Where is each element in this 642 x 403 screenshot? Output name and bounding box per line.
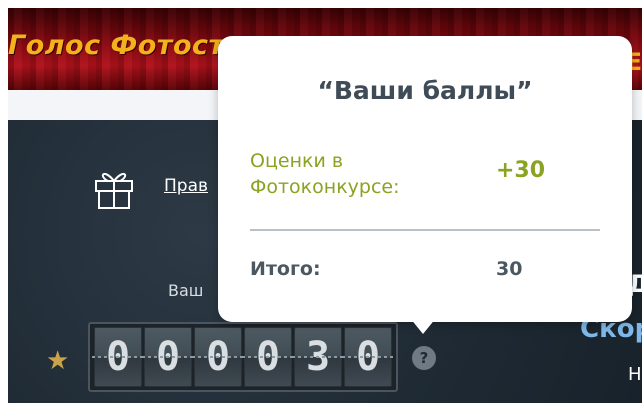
your-score-label: Ваш	[168, 281, 204, 300]
photo-contest-value: +30	[496, 158, 546, 183]
photo-contest-label: Оценки в Фотоконкурсе:	[250, 150, 400, 198]
counter-digit: 0	[144, 327, 192, 387]
rules-link[interactable]: Прав	[164, 176, 220, 196]
tooltip-title: “Ваши баллы”	[317, 76, 533, 105]
counter-digit: 0	[194, 327, 242, 387]
counter-digit: 3	[294, 327, 342, 387]
star-icon: ★	[46, 346, 70, 376]
site-title[interactable]: Голос Фотост	[8, 30, 225, 61]
counter-digit: 0	[244, 327, 292, 387]
help-icon[interactable]: ?	[412, 346, 436, 370]
score-tooltip: “Ваши баллы” Оценки в Фотоконкурсе: +30 …	[218, 36, 632, 322]
divider	[250, 229, 600, 231]
total-value: 30	[496, 258, 523, 280]
total-label: Итого:	[250, 258, 321, 280]
tooltip-arrow	[410, 318, 436, 334]
score-counter: 0 0 0 0 3 0	[88, 322, 398, 392]
counter-digit: 0	[94, 327, 142, 387]
right-edge-text: Н	[628, 364, 642, 385]
gift-icon	[95, 172, 133, 209]
counter-digit: 0	[344, 327, 392, 387]
